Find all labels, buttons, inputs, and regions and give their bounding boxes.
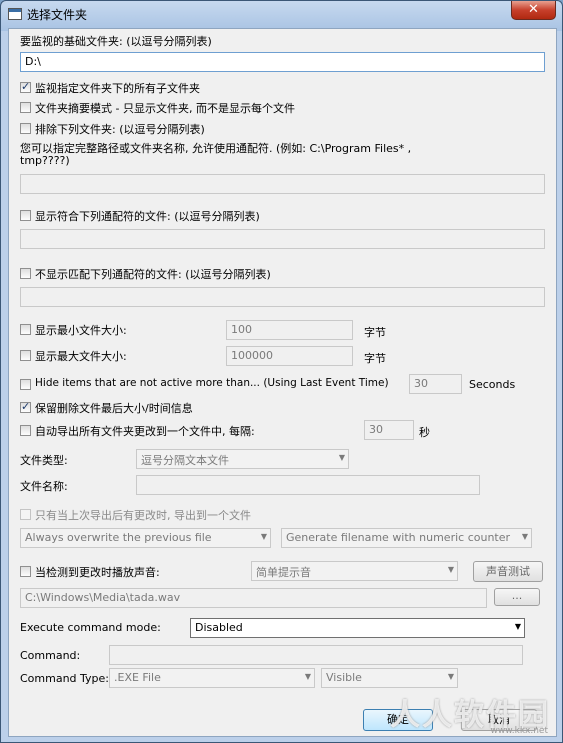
exclude-hint-text: 您可以指定完整路径或文件夹名称, 允许使用通配符. (例如: C:\Progra… <box>20 142 412 155</box>
exclude-hint-text-2: tmp????) <box>20 154 70 167</box>
base-folder-label: 要监视的基础文件夹: (以逗号分隔列表) <box>20 35 212 48</box>
max-size-unit: 字节 <box>364 352 386 365</box>
overwrite-mode-value: Always overwrite the previous file <box>25 531 212 544</box>
hide-inactive-input[interactable]: 30 <box>409 374 462 394</box>
filename-mode-select[interactable]: Generate filename with numeric counter ▼ <box>281 528 532 548</box>
command-mode-select[interactable]: Disabled ▼ <box>190 618 525 638</box>
sound-test-button[interactable]: 声音测试 <box>473 561 543 582</box>
filename-mode-value: Generate filename with numeric counter <box>286 531 511 544</box>
hide-inactive-checkbox[interactable] <box>20 379 31 390</box>
exclude-folders-label: 排除下列文件夹: (以逗号分隔列表) <box>35 123 205 136</box>
sound-path-input[interactable]: C:\Windows\Media\tada.wav <box>20 588 487 608</box>
command-type-value: .EXE File <box>114 671 161 684</box>
hide-inactive-unit: Seconds <box>469 378 516 391</box>
window-title: 选择文件夹 <box>27 8 88 22</box>
command-visibility-select[interactable]: Visible ▼ <box>321 668 458 688</box>
min-size-unit: 字节 <box>364 326 386 339</box>
exclude-wildcard-label: 不显示匹配下列通配符的文件: (以逗号分隔列表) <box>35 268 271 281</box>
play-sound-checkbox[interactable] <box>20 566 31 577</box>
file-type-value: 逗号分隔文本文件 <box>141 454 229 467</box>
include-wildcard-label: 显示符合下列通配符的文件: (以逗号分隔列表) <box>35 210 260 223</box>
subfolders-label: 监视指定文件夹下的所有子文件夹 <box>35 82 200 95</box>
exclude-folders-input[interactable] <box>20 174 545 194</box>
file-type-select[interactable]: 逗号分隔文本文件 ▼ <box>136 449 349 469</box>
chevron-down-icon: ▼ <box>338 453 345 462</box>
command-type-select[interactable]: .EXE File ▼ <box>109 668 315 688</box>
dialog-window: 选择文件夹 ✕ 要监视的基础文件夹: (以逗号分隔列表) D:\ 监视指定文件夹… <box>0 0 563 743</box>
command-input[interactable] <box>109 645 523 665</box>
subfolders-checkbox[interactable] <box>20 80 31 93</box>
file-type-label: 文件类型: <box>20 454 68 467</box>
summary-mode-label: 文件夹摘要模式 - 只显示文件夹, 而不是显示每个文件 <box>35 102 295 115</box>
close-button[interactable]: ✕ <box>511 1 556 20</box>
exclude-wildcard-checkbox[interactable] <box>20 268 31 279</box>
chevron-down-icon: ▼ <box>514 622 521 631</box>
chevron-down-icon: ▼ <box>521 532 528 541</box>
min-size-checkbox[interactable] <box>20 324 31 335</box>
sound-select-value: 简单提示音 <box>256 566 311 579</box>
base-folder-input[interactable]: D:\ <box>20 52 545 72</box>
command-visibility-value: Visible <box>326 671 362 684</box>
chevron-down-icon: ▼ <box>447 565 454 574</box>
file-name-label: 文件名称: <box>20 480 68 493</box>
chevron-down-icon: ▼ <box>260 532 267 541</box>
title-bar[interactable]: 选择文件夹 ✕ <box>1 1 562 27</box>
watermark-url: www.kkx.net <box>490 726 549 736</box>
hide-inactive-label: Hide items that are not active more than… <box>35 377 389 389</box>
keep-deleted-label: 保留删除文件最后大小/时间信息 <box>35 402 193 415</box>
max-size-input[interactable]: 100000 <box>226 346 353 366</box>
summary-mode-checkbox[interactable] <box>20 102 31 113</box>
chevron-down-icon: ▼ <box>304 672 311 681</box>
auto-export-unit: 秒 <box>419 426 430 439</box>
auto-export-checkbox[interactable] <box>20 425 31 436</box>
only-changed-label: 只有当上次导出后有更改时, 导出到一个文件 <box>35 509 251 522</box>
dialog-body: 要监视的基础文件夹: (以逗号分隔列表) D:\ 监视指定文件夹下的所有子文件夹… <box>8 28 557 737</box>
auto-export-label: 自动导出所有文件夹更改到一个文件中, 每隔: <box>35 425 255 438</box>
include-wildcard-input[interactable] <box>20 229 545 249</box>
overwrite-mode-select[interactable]: Always overwrite the previous file ▼ <box>20 528 271 548</box>
max-size-checkbox[interactable] <box>20 350 31 361</box>
exclude-folders-checkbox[interactable] <box>20 123 31 134</box>
exclude-wildcard-input[interactable] <box>20 287 545 307</box>
command-mode-value: Disabled <box>195 621 243 634</box>
min-size-label: 显示最小文件大小: <box>35 324 127 337</box>
app-icon <box>8 8 22 20</box>
only-changed-checkbox[interactable] <box>20 509 31 520</box>
chevron-down-icon: ▼ <box>447 672 454 681</box>
min-size-input[interactable]: 100 <box>226 320 353 340</box>
command-mode-label: Execute command mode: <box>20 621 161 634</box>
sound-browse-button[interactable]: ... <box>494 588 540 606</box>
play-sound-label: 当检测到更改时播放声音: <box>35 566 160 579</box>
command-label: Command: <box>20 649 81 662</box>
max-size-label: 显示最大文件大小: <box>35 350 127 363</box>
auto-export-interval-input[interactable]: 30 <box>364 420 414 440</box>
sound-select[interactable]: 简单提示音 ▼ <box>251 561 458 581</box>
keep-deleted-checkbox[interactable] <box>20 400 31 413</box>
command-type-label: Command Type: <box>20 672 110 685</box>
file-name-input[interactable] <box>136 475 480 495</box>
include-wildcard-checkbox[interactable] <box>20 210 31 221</box>
